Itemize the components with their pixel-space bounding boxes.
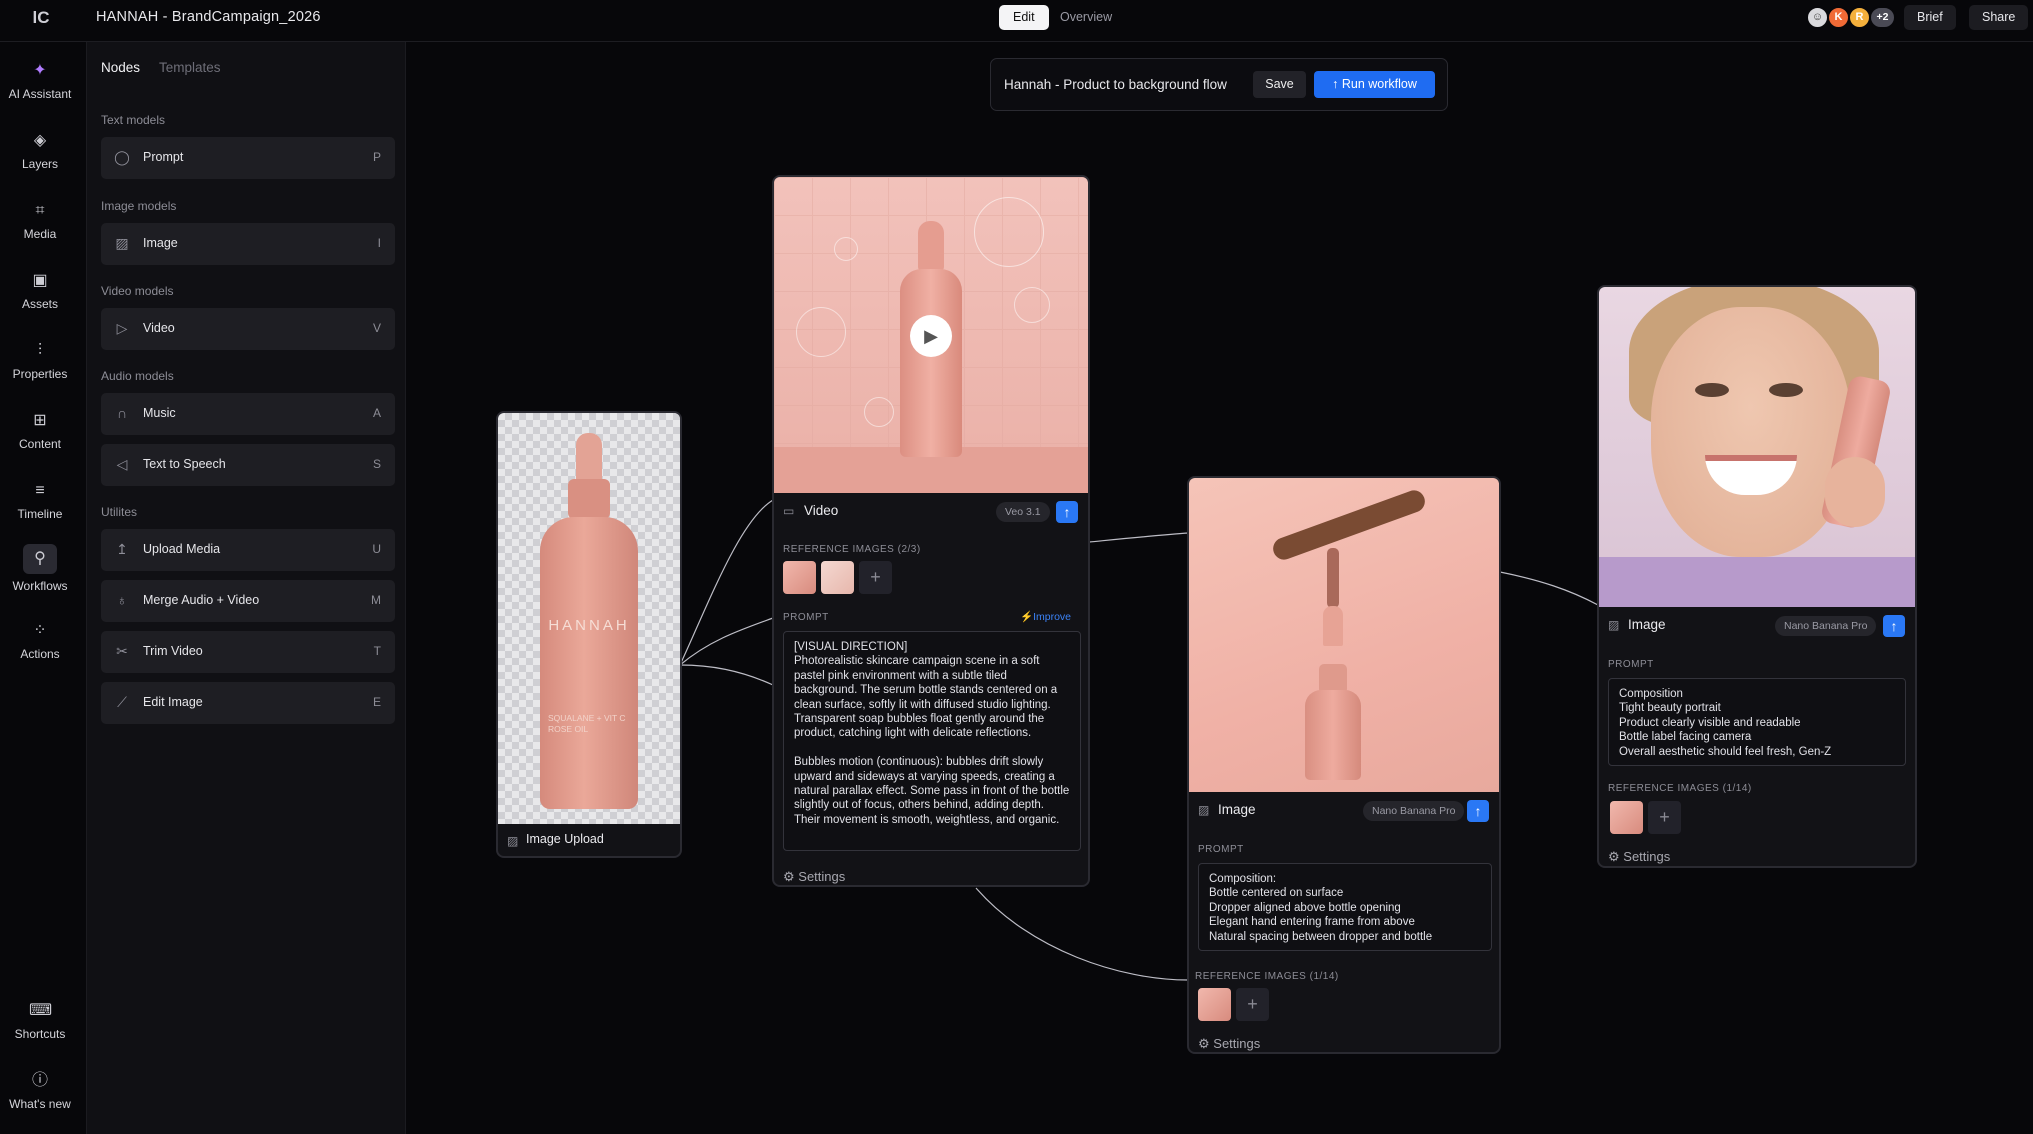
- gear-icon: ⚙: [1198, 1036, 1214, 1051]
- bottle-sub-text: SQUALANE + VIT C ROSE OIL: [548, 713, 626, 734]
- add-reference-button[interactable]: +: [1648, 801, 1681, 834]
- upload-arrow-icon: ↑: [1332, 77, 1342, 91]
- add-reference-button[interactable]: +: [1236, 988, 1269, 1021]
- prompt-textarea[interactable]: Composition: Bottle centered on surface …: [1198, 863, 1492, 951]
- model-selector[interactable]: Veo 3.1: [996, 502, 1050, 522]
- image-icon: ▨: [1198, 803, 1210, 817]
- prompt-textarea[interactable]: [VISUAL DIRECTION] Photorealistic skinca…: [783, 631, 1081, 851]
- run-node-button[interactable]: ↑: [1056, 501, 1078, 523]
- image-node-portrait[interactable]: ▨ Image Nano Banana Pro ↑ PROMPT Composi…: [1597, 285, 1917, 868]
- lightning-icon: ⚡: [1020, 611, 1034, 623]
- run-node-button[interactable]: ↑: [1883, 615, 1905, 637]
- settings-label: Settings: [1213, 1036, 1261, 1051]
- bottle-brand-text: HANNAH: [548, 617, 630, 634]
- settings-label: Settings: [1623, 849, 1671, 864]
- improve-button[interactable]: ⚡Improve: [1020, 610, 1071, 623]
- improve-label: Improve: [1033, 611, 1072, 623]
- reference-images-label: REFERENCE IMAGES (1/14): [1195, 971, 1339, 982]
- reference-images-label: REFERENCE IMAGES (2/3): [783, 544, 921, 555]
- settings-toggle[interactable]: ⚙ Settings: [1608, 849, 1670, 865]
- gear-icon: ⚙: [783, 869, 799, 884]
- prompt-textarea[interactable]: Composition Tight beauty portrait Produc…: [1608, 678, 1906, 766]
- workflow-toolbar: Hannah - Product to background flow Save…: [990, 58, 1448, 111]
- reference-thumbnail[interactable]: [821, 561, 854, 594]
- model-selector[interactable]: Nano Banana Pro: [1775, 616, 1877, 636]
- reference-thumbnail[interactable]: [1610, 801, 1643, 834]
- workflow-title[interactable]: Hannah - Product to background flow: [1004, 77, 1227, 92]
- model-selector[interactable]: Nano Banana Pro: [1363, 801, 1465, 821]
- node-title: Image: [1218, 802, 1256, 817]
- settings-toggle[interactable]: ⚙ Settings: [1198, 1036, 1260, 1052]
- prompt-label: PROMPT: [783, 612, 829, 623]
- reference-thumbnail[interactable]: [1198, 988, 1231, 1021]
- reference-images-label: REFERENCE IMAGES (1/14): [1608, 783, 1752, 794]
- node-title: Image: [1628, 617, 1666, 632]
- generated-image-preview[interactable]: [1189, 478, 1499, 792]
- image-icon: ▨: [1608, 618, 1620, 632]
- gear-icon: ⚙: [1608, 849, 1624, 864]
- reference-thumbnail[interactable]: [783, 561, 816, 594]
- image-icon: ▨: [507, 834, 519, 848]
- prompt-label: PROMPT: [1198, 844, 1244, 855]
- save-button[interactable]: Save: [1253, 71, 1306, 98]
- image-node-hand[interactable]: ▨ Image Nano Banana Pro ↑ PROMPT Composi…: [1187, 476, 1501, 1054]
- video-icon: ▭: [783, 504, 795, 518]
- prompt-label: PROMPT: [1608, 659, 1654, 670]
- video-node[interactable]: ▶ ▭ Video Veo 3.1 ↑ REFERENCE IMAGES (2/…: [772, 175, 1090, 887]
- settings-toggle[interactable]: ⚙ Settings: [783, 869, 845, 885]
- play-icon[interactable]: ▶: [910, 315, 952, 357]
- generated-image-preview[interactable]: [1599, 287, 1915, 607]
- add-reference-button[interactable]: +: [859, 561, 892, 594]
- video-preview[interactable]: ▶: [774, 177, 1088, 493]
- run-workflow-button[interactable]: ↑ Run workflow: [1314, 71, 1435, 98]
- image-upload-node[interactable]: HANNAH SQUALANE + VIT C ROSE OIL ▨ Image…: [496, 411, 682, 858]
- run-workflow-label: Run workflow: [1341, 77, 1417, 91]
- node-title: Image Upload: [526, 832, 604, 846]
- settings-label: Settings: [798, 869, 846, 884]
- transparent-product-image: HANNAH SQUALANE + VIT C ROSE OIL: [498, 413, 680, 824]
- run-node-button[interactable]: ↑: [1467, 800, 1489, 822]
- node-title: Video: [804, 503, 839, 518]
